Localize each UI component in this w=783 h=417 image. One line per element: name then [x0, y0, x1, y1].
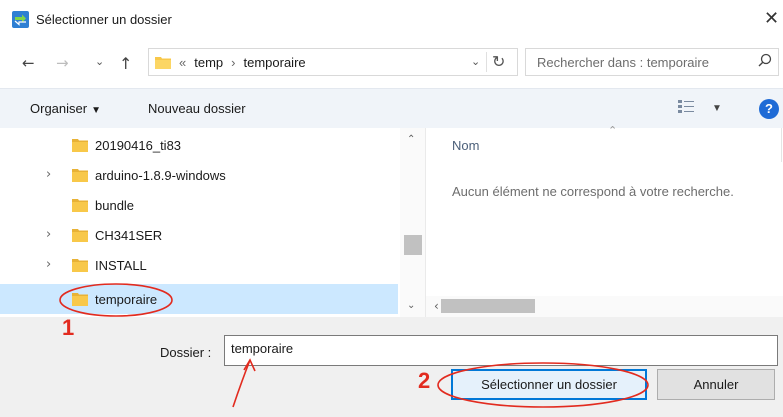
command-bar: Organiser ▼ Nouveau dossier ▼ ? — [0, 88, 783, 128]
help-icon[interactable]: ? — [759, 99, 779, 119]
search-placeholder: Rechercher dans : temporaire — [537, 55, 709, 70]
view-options-icon[interactable] — [678, 100, 694, 114]
breadcrumb-overflow[interactable]: « — [179, 55, 186, 70]
breadcrumb-item-temp[interactable]: temp — [194, 55, 223, 70]
tree-item[interactable]: › INSTALL — [0, 250, 398, 280]
address-dropdown-icon[interactable]: ⌄ — [471, 55, 480, 68]
dialog-footer: Dossier : Sélectionner un dossier Annule… — [0, 317, 783, 417]
tree-item[interactable]: bundle — [0, 190, 398, 220]
scroll-down-icon[interactable]: ⌄ — [407, 300, 415, 311]
annotation-step-2: 2 — [418, 368, 431, 393]
file-list-pane: ⌃ Nom Aucun élément ne correspond à votr… — [425, 125, 783, 317]
scroll-thumb[interactable] — [404, 235, 422, 255]
breadcrumb: « temp › temporaire — [179, 55, 306, 70]
address-bar[interactable]: « temp › temporaire ⌄ ↻ — [148, 48, 518, 76]
search-input[interactable]: Rechercher dans : temporaire — [525, 48, 779, 76]
chevron-down-icon[interactable]: ⌄ — [95, 55, 104, 68]
chevron-right-icon[interactable]: › — [46, 167, 51, 182]
navigation-bar: ← → ⌄ ↑ « temp › temporaire ⌄ ↻ Recherch… — [0, 44, 783, 84]
tree-item-label: CH341SER — [95, 228, 163, 243]
folder-icon — [155, 57, 171, 69]
sort-ascending-icon: ⌃ — [608, 125, 618, 137]
arrow-up-icon[interactable]: ↑ — [119, 54, 132, 73]
refresh-icon[interactable]: ↻ — [492, 52, 505, 71]
column-name-label: Nom — [452, 138, 480, 153]
chevron-down-icon: ▼ — [91, 105, 101, 116]
folder-icon — [72, 139, 88, 152]
search-icon[interactable] — [758, 53, 772, 69]
organize-label: Organiser — [30, 101, 88, 116]
breadcrumb-separator: › — [231, 55, 236, 70]
title-bar: Sélectionner un dossier ✕ — [0, 0, 783, 40]
tree-item[interactable]: 20190416_ti83 — [0, 130, 398, 160]
scroll-left-icon[interactable]: ‹ — [434, 299, 439, 313]
folder-icon — [72, 169, 88, 182]
arrow-right-icon[interactable]: → — [56, 54, 69, 72]
empty-message: Aucun élément ne correspond à votre rech… — [452, 184, 734, 199]
scroll-thumb[interactable] — [441, 299, 535, 313]
tree-item[interactable]: › CH341SER — [0, 220, 398, 250]
tree-item-label: bundle — [95, 198, 135, 213]
address-divider — [486, 52, 487, 72]
tree-item-label: 20190416_ti83 — [95, 138, 182, 153]
folder-icon — [72, 229, 88, 242]
tree-item-selected[interactable]: temporaire — [0, 284, 398, 314]
folder-name-field[interactable] — [224, 335, 778, 366]
annotation-step-1: 1 — [62, 315, 75, 340]
select-folder-button[interactable]: Sélectionner un dossier — [451, 369, 647, 400]
organize-button[interactable]: Organiser ▼ — [30, 101, 101, 116]
scroll-up-icon[interactable]: ⌃ — [407, 134, 415, 145]
column-header-name[interactable]: ⌃ Nom — [426, 125, 782, 162]
tree-item-label: INSTALL — [95, 258, 147, 273]
chevron-right-icon[interactable]: › — [46, 257, 51, 272]
vertical-scrollbar[interactable]: ⌃ ⌄ — [400, 128, 425, 317]
arrow-left-icon[interactable]: ← — [22, 54, 35, 72]
tree-item-label: temporaire — [95, 292, 158, 307]
window-title: Sélectionner un dossier — [36, 12, 172, 27]
breadcrumb-item-temporaire[interactable]: temporaire — [243, 55, 305, 70]
folder-icon — [72, 293, 88, 306]
tree-item[interactable]: › arduino-1.8.9-windows — [0, 160, 398, 190]
folder-icon — [72, 259, 88, 272]
navigation-pane: 20190416_ti83 › arduino-1.8.9-windows bu… — [0, 128, 425, 317]
app-icon — [12, 11, 29, 28]
new-folder-button[interactable]: Nouveau dossier — [148, 101, 246, 116]
folder-label: Dossier : — [160, 345, 212, 360]
chevron-down-icon[interactable]: ▼ — [712, 103, 722, 114]
cancel-button[interactable]: Annuler — [657, 369, 775, 400]
close-icon[interactable]: ✕ — [764, 8, 779, 29]
folder-icon — [72, 199, 88, 212]
tree-item-label: arduino-1.8.9-windows — [95, 168, 226, 183]
horizontal-scrollbar[interactable]: ‹ — [426, 296, 783, 317]
chevron-right-icon[interactable]: › — [46, 227, 51, 242]
